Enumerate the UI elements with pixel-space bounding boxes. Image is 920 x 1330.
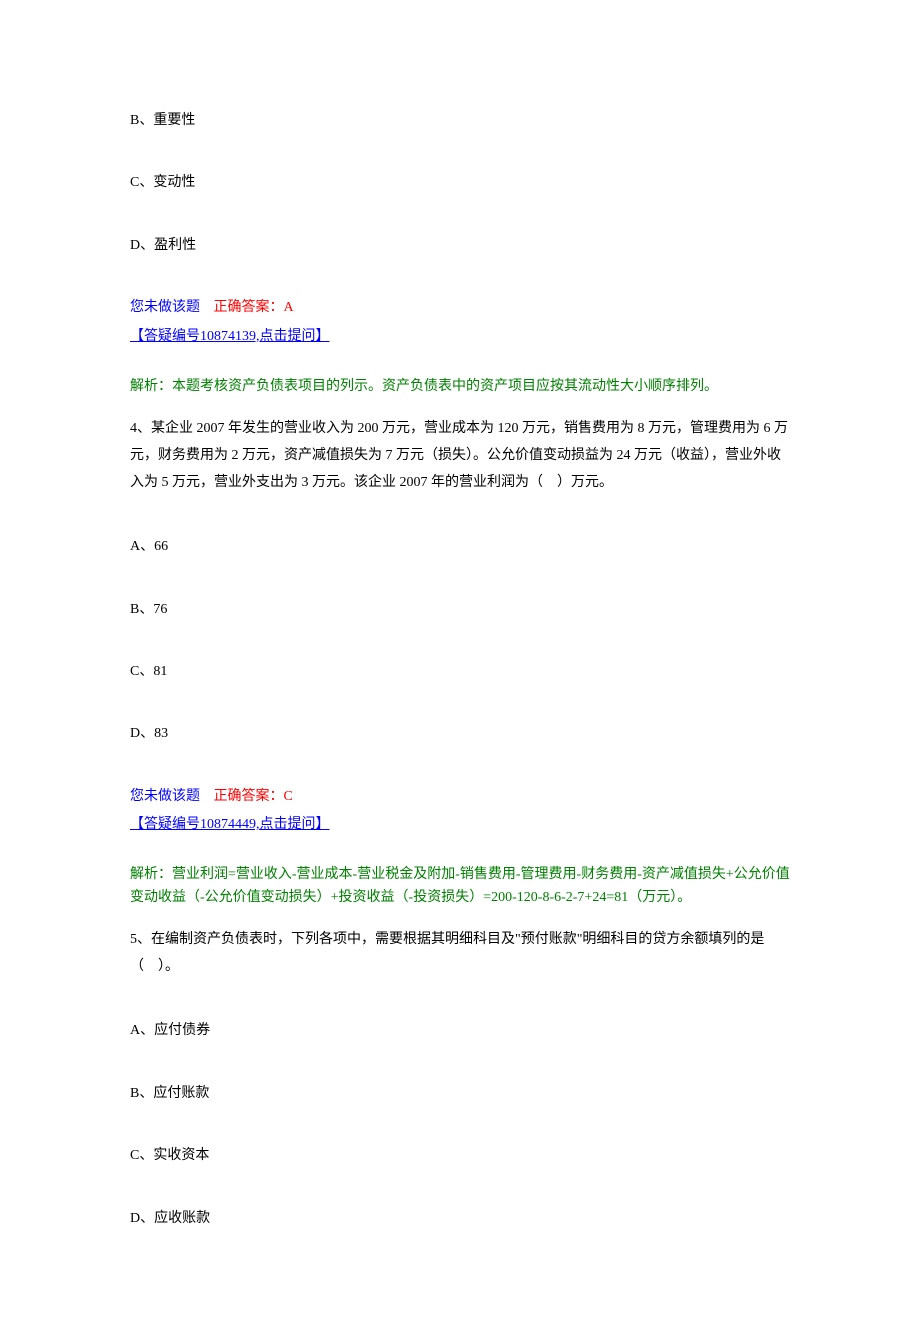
q3-status-line: 您未做该题 正确答案：A	[130, 297, 790, 319]
q3-option-d: D、盈利性	[130, 235, 790, 257]
q3-correct-answer: 正确答案：A	[214, 300, 294, 315]
q4-not-done-text: 您未做该题	[130, 789, 200, 804]
q4-correct-answer: 正确答案：C	[214, 789, 293, 804]
document-page: B、重要性 C、变动性 D、盈利性 您未做该题 正确答案：A 【答疑编号1087…	[0, 0, 920, 1330]
q5-option-b: B、应付账款	[130, 1083, 790, 1105]
q5-option-d: D、应收账款	[130, 1208, 790, 1230]
q4-status-line: 您未做该题 正确答案：C	[130, 786, 790, 808]
q3-analysis-text: 本题考核资产负债表项目的列示。资产负债表中的资产项目应按其流动性大小顺序排列。	[172, 379, 718, 394]
q5-option-c: C、实收资本	[130, 1145, 790, 1167]
q5-option-a: A、应付债券	[130, 1020, 790, 1042]
q3-analysis-label: 解析：	[130, 379, 172, 394]
q4-stem: 4、某企业 2007 年发生的营业收入为 200 万元，营业成本为 120 万元…	[130, 416, 790, 496]
q3-option-b: B、重要性	[130, 110, 790, 132]
q4-analysis-text: 营业利润=营业收入-营业成本-营业税金及附加-销售费用-管理费用-财务费用-资产…	[130, 867, 790, 904]
q4-option-d: D、83	[130, 723, 790, 745]
q4-qa-link-wrap: 【答疑编号10874449,点击提问】	[130, 814, 330, 836]
q4-option-b: B、76	[130, 599, 790, 621]
q4-qa-link[interactable]: 【答疑编号10874449,点击提问】	[130, 817, 330, 832]
q3-not-done-text: 您未做该题	[130, 300, 200, 315]
q3-qa-link[interactable]: 【答疑编号10874139,点击提问】	[130, 329, 330, 344]
q3-qa-link-wrap: 【答疑编号10874139,点击提问】	[130, 326, 330, 348]
q3-analysis: 解析：本题考核资产负债表项目的列示。资产负债表中的资产项目应按其流动性大小顺序排…	[130, 376, 790, 398]
q5-stem: 5、在编制资产负债表时，下列各项中，需要根据其明细科目及"预付账款"明细科目的贷…	[130, 927, 790, 980]
q4-option-a: A、66	[130, 536, 790, 558]
q3-option-c: C、变动性	[130, 172, 790, 194]
q4-analysis: 解析：营业利润=营业收入-营业成本-营业税金及附加-销售费用-管理费用-财务费用…	[130, 864, 790, 909]
q4-analysis-label: 解析：	[130, 867, 172, 882]
q4-option-c: C、81	[130, 661, 790, 683]
